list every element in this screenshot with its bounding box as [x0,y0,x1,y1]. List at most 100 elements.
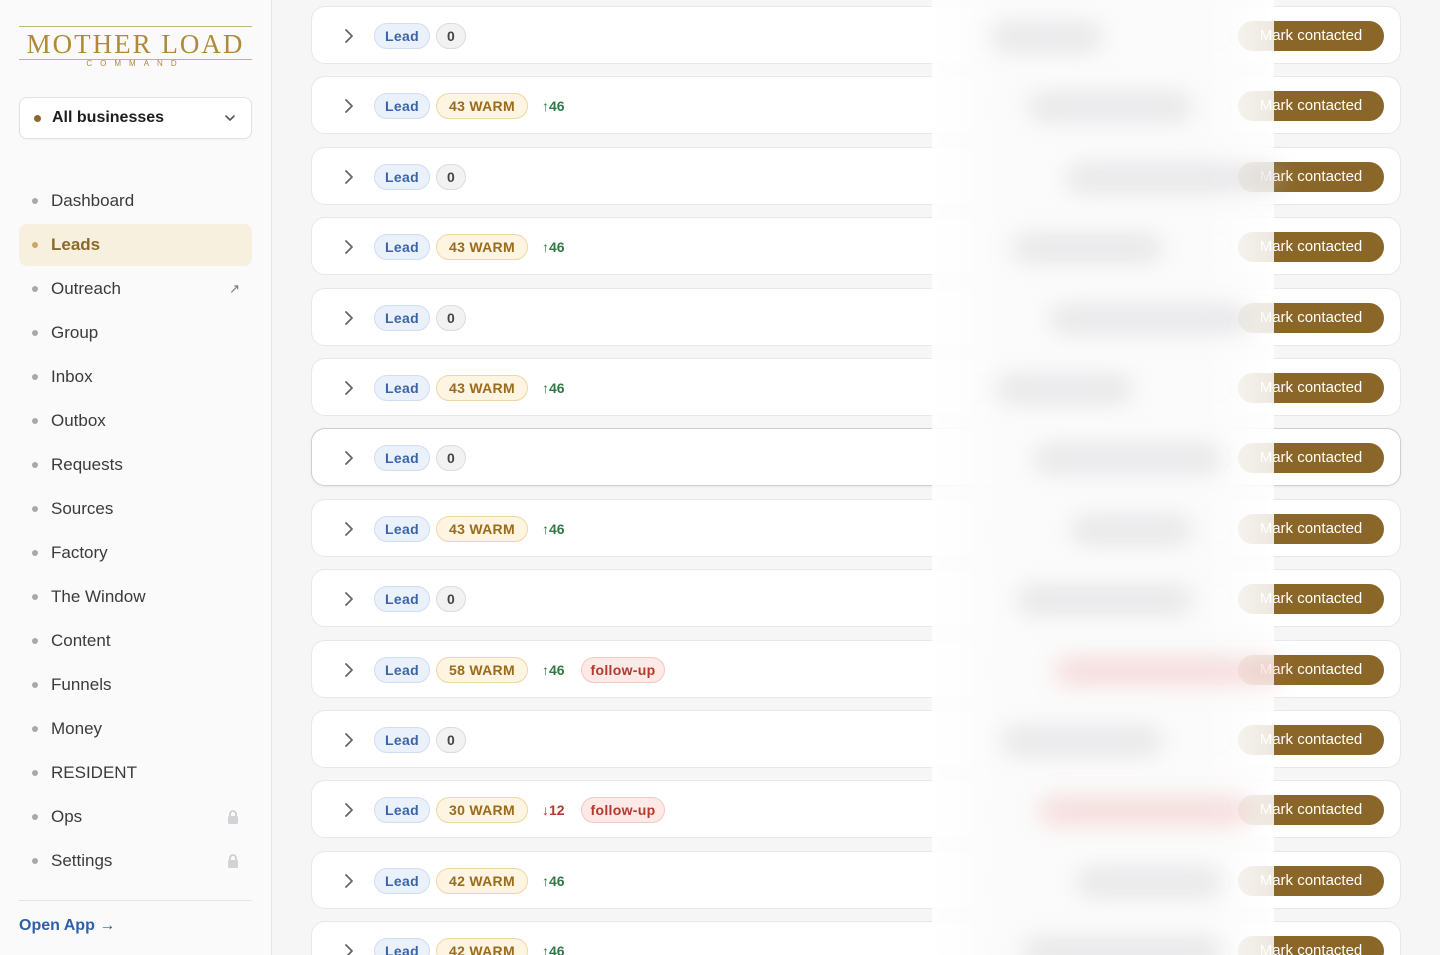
follow-up-badge: follow-up [581,797,665,823]
business-select[interactable]: All businesses [19,97,252,139]
redacted-text [1034,446,1222,472]
lead-type-badge: Lead [374,657,430,683]
nav-dot-icon [32,286,38,292]
chevron-right-icon[interactable] [340,800,358,820]
chevron-right-icon[interactable] [340,308,358,328]
nav-dot-icon [32,770,38,776]
sidebar-item-outreach[interactable]: Outreach ↗ [19,268,252,310]
lock-icon [228,854,238,868]
redacted-text [1013,235,1162,261]
chevron-right-icon[interactable] [340,448,358,468]
chevron-right-icon[interactable] [340,730,358,750]
sidebar-divider [19,900,252,901]
sidebar-item-funnels[interactable]: Funnels [19,664,252,706]
lock-icon [228,810,238,824]
sidebar-item-sources[interactable]: Sources [19,488,252,530]
sidebar-item-the-window[interactable]: The Window [19,576,252,618]
chevron-right-icon[interactable] [340,378,358,398]
nav-dot-icon [32,594,38,600]
redacted-region [932,0,1282,955]
sidebar-item-label: Settings [51,851,113,870]
trend-indicator: ↑46 [542,239,565,255]
redacted-text [1039,798,1252,824]
nav-dot-icon [32,550,38,556]
sidebar-item-requests[interactable]: Requests [19,444,252,486]
business-dot-icon [34,114,41,122]
lead-type-badge: Lead [374,305,430,331]
sidebar-item-label: Factory [51,543,108,562]
nav-dot-icon [32,418,38,424]
sidebar-item-label: Money [51,719,103,738]
score-badge: 0 [436,727,466,753]
sidebar-item-label: Group [51,323,99,342]
leads-list: Lead0Draft openerReplyMark contactedLead… [272,0,1440,955]
score-badge: 43 WARM [436,93,528,119]
sidebar-item-resident[interactable]: RESIDENT [19,752,252,794]
sidebar-item-settings[interactable]: Settings [19,840,252,882]
sidebar-item-factory[interactable]: Factory [19,532,252,574]
score-badge: 0 [436,164,466,190]
sidebar-item-label: Funnels [51,675,112,694]
nav-dot-icon [32,638,38,644]
redacted-text [997,376,1132,402]
sidebar-item-label: RESIDENT [51,763,137,782]
chevron-right-icon[interactable] [340,660,358,680]
sidebar-item-content[interactable]: Content [19,620,252,662]
lead-type-badge: Lead [374,23,430,49]
lead-type-badge: Lead [374,93,430,119]
chevron-right-icon[interactable] [340,237,358,257]
chevron-right-icon[interactable] [340,167,358,187]
nav-dot-icon [32,858,38,864]
score-badge: 43 WARM [436,375,528,401]
chevron-right-icon[interactable] [340,941,358,955]
lead-type-badge: Lead [374,586,430,612]
trend-indicator: ↑46 [542,873,565,889]
score-badge: 42 WARM [436,938,528,955]
redacted-text [1018,587,1192,613]
lead-type-badge: Lead [374,516,430,542]
brand-logo[interactable]: MOTHER LOAD COMMAND [19,24,252,68]
lead-type-badge: Lead [374,797,430,823]
redacted-text [1050,306,1252,332]
score-badge: 42 WARM [436,868,528,894]
score-badge: 30 WARM [436,797,528,823]
sidebar-item-group[interactable]: Group [19,312,252,354]
sidebar-item-label: Dashboard [51,191,135,210]
sidebar-item-label: Leads [51,235,101,254]
sidebar-item-inbox[interactable]: Inbox [19,356,252,398]
redacted-text [1029,94,1192,120]
nav-dot-icon [32,814,38,820]
score-badge: 58 WARM [436,657,528,683]
nav-dot-icon [32,242,38,248]
sidebar: MOTHER LOAD COMMAND All businesses Dashb… [0,0,272,955]
sidebar-item-ops[interactable]: Ops [19,796,252,838]
trend-indicator: ↑46 [542,943,565,955]
nav-dot-icon [32,506,38,512]
sidebar-item-dashboard[interactable]: Dashboard [19,180,252,222]
lead-type-badge: Lead [374,234,430,260]
sidebar-item-label: Outreach [51,279,121,298]
nav-dot-icon [32,198,38,204]
sidebar-item-label: Content [51,631,111,650]
redacted-text [1055,658,1282,684]
sidebar-item-outbox[interactable]: Outbox [19,400,252,442]
nav-dot-icon [32,330,38,336]
trend-indicator: ↑46 [542,521,565,537]
chevron-right-icon[interactable] [340,519,358,539]
trend-indicator: ↑46 [542,662,565,678]
sidebar-item-label: Requests [51,455,123,474]
sidebar-item-money[interactable]: Money [19,708,252,750]
sidebar-item-label: Sources [51,499,114,518]
lead-type-badge: Lead [374,164,430,190]
chevron-right-icon[interactable] [340,871,358,891]
chevron-right-icon[interactable] [340,589,358,609]
score-badge: 0 [436,586,466,612]
sidebar-item-label: The Window [51,587,146,606]
chevron-right-icon[interactable] [340,96,358,116]
chevron-right-icon[interactable] [340,26,358,46]
external-link-icon: ↗ [229,281,240,296]
redacted-text [1023,939,1222,955]
sidebar-item-leads[interactable]: Leads [19,224,252,266]
follow-up-badge: follow-up [581,657,665,683]
open-app-link[interactable]: Open App → [19,917,115,935]
